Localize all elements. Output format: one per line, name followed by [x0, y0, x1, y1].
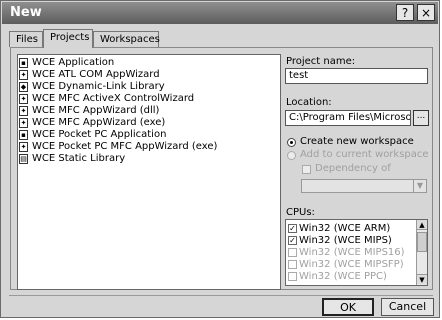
pocketpc-app-icon: ▪ — [19, 130, 28, 140]
tab-files[interactable]: Files — [9, 31, 43, 47]
dependency-dropdown[interactable]: ▼ — [301, 179, 427, 193]
help-button[interactable]: ? — [396, 4, 414, 21]
close-button[interactable]: × — [417, 4, 435, 21]
cpu-checkbox[interactable] — [288, 272, 297, 281]
add-to-workspace-radio[interactable] — [287, 151, 296, 160]
dialog-title: New — [10, 5, 42, 20]
scroll-thumb[interactable] — [417, 232, 427, 252]
scroll-down-icon[interactable]: ▼ — [417, 274, 427, 284]
project-name-input[interactable]: test — [285, 68, 428, 84]
activex-wizard-icon: ✦ — [19, 94, 28, 104]
browse-button[interactable]: ... — [413, 110, 429, 126]
project-type-list[interactable]: ▪ WCE Application ✦ WCE ATL COM AppWizard … — [17, 54, 281, 290]
add-to-workspace-label: Add to current workspace — [300, 149, 429, 160]
tab-workspaces[interactable]: Workspaces — [93, 31, 160, 47]
cancel-button[interactable]: Cancel — [381, 298, 434, 316]
dll-icon: ◆ — [19, 82, 28, 92]
dependency-label: Dependency of — [315, 163, 391, 174]
static-library-icon: ▤ — [19, 154, 28, 164]
cpu-checkbox[interactable]: ✓ — [288, 224, 297, 233]
ok-button[interactable]: OK — [322, 298, 374, 316]
chevron-down-icon: ▼ — [413, 180, 426, 192]
mfc-dll-wizard-icon: ✦ — [19, 106, 28, 116]
cpu-list[interactable]: ✓ Win32 (WCE ARM) ✓ Win32 (WCE MIPS) Win32… — [285, 219, 428, 286]
scroll-up-icon[interactable]: ▲ — [417, 220, 427, 230]
cpu-checkbox[interactable] — [288, 248, 297, 257]
create-new-workspace-label: Create new workspace — [300, 136, 414, 147]
location-label: Location: — [286, 97, 332, 108]
atl-com-wizard-icon: ✦ — [19, 70, 28, 80]
pocketpc-mfc-wizard-icon: ✦ — [19, 142, 28, 152]
tab-projects[interactable]: Projects — [43, 29, 93, 48]
create-new-workspace-radio[interactable] — [287, 138, 296, 147]
cpu-checkbox[interactable] — [288, 260, 297, 269]
cpu-list-scrollbar[interactable]: ▲ ▼ — [416, 220, 427, 285]
application-icon: ▪ — [19, 58, 28, 68]
cpu-checkbox[interactable]: ✓ — [288, 236, 297, 245]
title-bar[interactable]: New ? × — [2, 2, 438, 24]
new-dialog: New ? × Files Projects Workspaces ▪ WCE A… — [0, 0, 440, 318]
bottom-separator — [9, 295, 433, 296]
mfc-exe-wizard-icon: ✦ — [19, 118, 28, 128]
cpus-label: CPUs: — [286, 207, 315, 218]
dependency-checkbox[interactable] — [302, 165, 311, 174]
location-input[interactable]: C:\Program Files\Microsoft eMb — [285, 110, 411, 126]
project-name-label: Project name: — [286, 56, 356, 67]
